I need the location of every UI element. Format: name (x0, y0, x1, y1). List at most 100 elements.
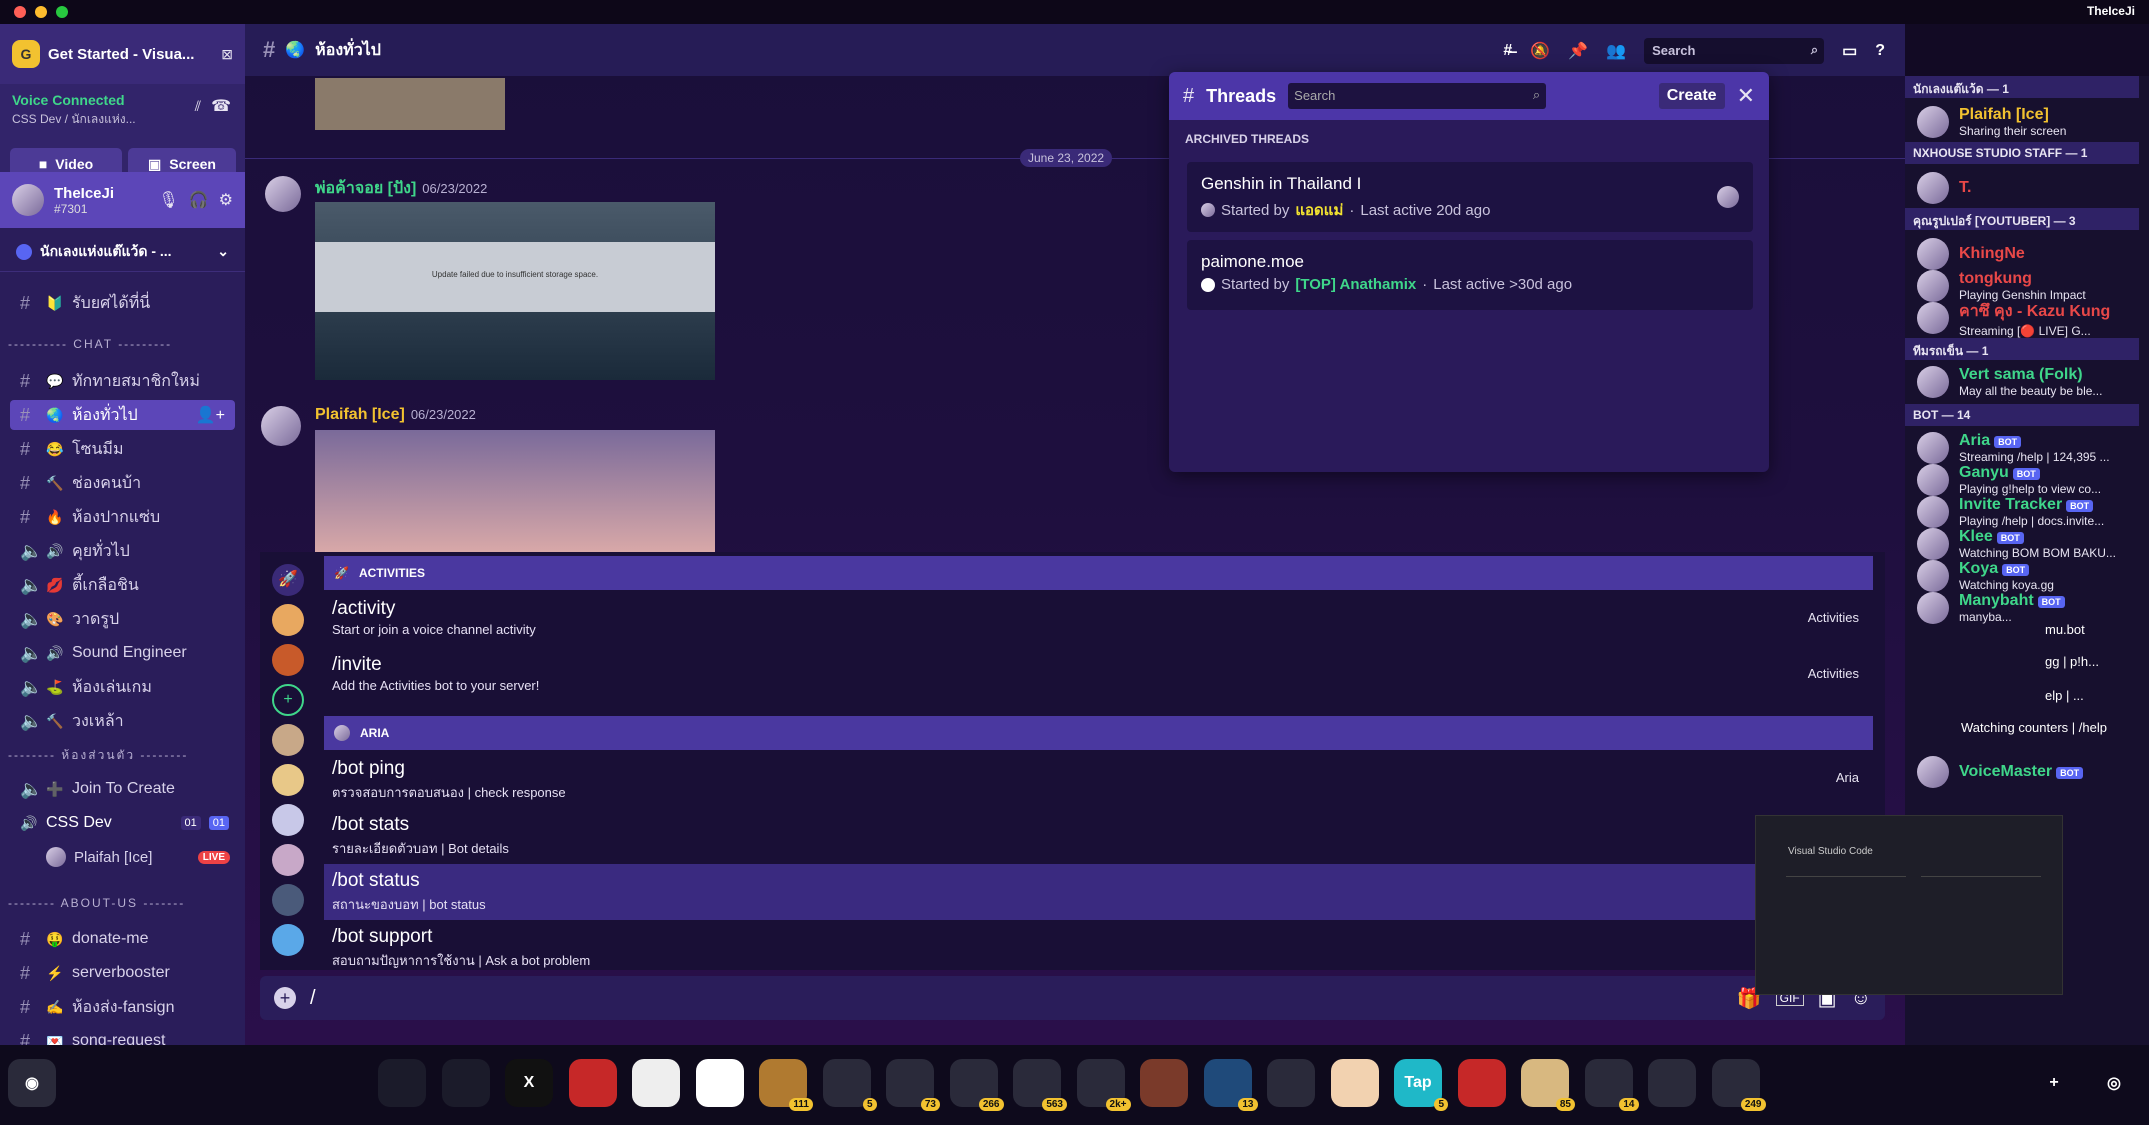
member-item[interactable]: Plaifah [Ice] Sharing their screen (1917, 102, 2147, 142)
threads-search-input[interactable]: Search ⌕ (1288, 83, 1547, 109)
category-private[interactable]: -------- ห้องส่วนตัว -------- (8, 746, 188, 765)
channel-item[interactable]: # 🔨 ช่องคนบ้า (10, 468, 235, 498)
voice-room-css-dev[interactable]: 🔊 CSS Dev 01 01 (10, 808, 235, 838)
channel-item[interactable]: 🔈 🔊 Sound Engineer (10, 638, 235, 668)
channel-item[interactable]: # 🔰 รับยศได้ที่นี่ (10, 288, 235, 318)
app-icon[interactable]: 2k+ (1076, 1059, 1131, 1111)
app-icon[interactable]: 563 (1013, 1059, 1067, 1111)
message-author[interactable]: พ่อค้าจอย [ปัง] (315, 180, 416, 197)
command-item[interactable]: /bot status สถานะของบอท | bot status (324, 864, 1873, 920)
channel-item[interactable]: 🔈 ⛳ ห้องเล่นเกม (10, 672, 235, 702)
app-icon[interactable] (378, 1059, 426, 1107)
app-icon[interactable] (1140, 1059, 1188, 1107)
channel-item[interactable]: # ✍ ห้องส่ง-fansign (10, 992, 235, 1022)
explore-icon[interactable]: ◎ (2090, 1059, 2138, 1107)
avatar[interactable] (272, 844, 304, 876)
channel-item[interactable]: # 🔥 ห้องปากแซ่บ (10, 502, 235, 532)
maximize-window-button[interactable] (56, 6, 68, 18)
app-icon[interactable]: 13 (1203, 1059, 1258, 1111)
server-header[interactable]: G Get Started - Visua... ⊠ (0, 24, 245, 84)
discord-home-icon[interactable]: ◉ (8, 1059, 56, 1107)
app-icon[interactable]: 249 (1711, 1059, 1766, 1111)
command-item[interactable]: /activity Start or join a voice channel a… (324, 592, 1873, 648)
close-window-button[interactable] (14, 6, 26, 18)
app-icon[interactable]: 5 (822, 1059, 877, 1111)
message-author[interactable]: Plaifah [Ice] (315, 406, 405, 423)
notification-bell-icon[interactable]: 🔕 (1530, 41, 1550, 61)
avatar[interactable] (272, 924, 304, 956)
help-icon[interactable]: ? (1875, 42, 1885, 60)
add-attachment-icon[interactable]: + (274, 987, 296, 1009)
voice-member[interactable]: Plaifah [Ice] LIVE (36, 842, 236, 872)
channel-item[interactable]: 🔈 🎨 วาดรูป (10, 604, 235, 634)
channel-item[interactable]: # 🌏 ห้องทั่วไป 👤+ (10, 400, 235, 430)
category-about[interactable]: -------- ABOUT-US ------- (8, 896, 185, 910)
app-icon[interactable]: 85 (1521, 1059, 1575, 1111)
mute-icon[interactable]: 🎙 (158, 190, 178, 210)
add-server-icon[interactable]: + (2030, 1059, 2078, 1107)
app-icon[interactable]: 111 (759, 1059, 813, 1111)
avatar[interactable] (272, 724, 304, 756)
command-item[interactable]: /invite Add the Activities bot to your se… (324, 648, 1873, 704)
app-icon[interactable] (1457, 1059, 1506, 1107)
screenshot-attachment[interactable]: Update failed due to insufficient storag… (315, 202, 715, 380)
member-item[interactable]: Manybaht BOT manyba... (1917, 588, 2147, 628)
minimize-window-button[interactable] (35, 6, 47, 18)
member-item[interactable]: คาซึ คุง - Kazu Kung Streaming [🔴 LIVE] G… (1917, 298, 2147, 338)
headphones-icon[interactable]: 🎧 (189, 190, 209, 210)
threads-icon[interactable]: #̶ (1503, 42, 1512, 60)
avatar[interactable] (272, 764, 304, 796)
thread-item[interactable]: paimone.moe Started by [TOP] Anathamix · La… (1187, 240, 1753, 310)
channel-item[interactable]: 🔈 🔊 คุยทั่วไป (10, 536, 235, 566)
app-icon[interactable] (441, 1059, 490, 1107)
member-item[interactable]: VoiceMaster BOT (1917, 752, 2147, 792)
app-icon[interactable]: 73 (886, 1059, 940, 1111)
add-icon[interactable]: + (272, 684, 304, 716)
channel-item[interactable]: 🔈 ➕ Join To Create (10, 774, 235, 804)
gear-icon[interactable]: ⚙ (219, 190, 233, 210)
message-input[interactable]: + / 🎁 GIF ▣ ☺ (260, 976, 1885, 1020)
screen-close-icon[interactable]: ⊠ (221, 46, 233, 63)
disconnect-icon[interactable]: ☎ (211, 96, 231, 116)
inbox-icon[interactable]: ▭ (1842, 41, 1857, 61)
category-chat[interactable]: ---------- CHAT --------- (8, 337, 172, 351)
member-item[interactable]: T. (1917, 168, 2147, 208)
app-icon[interactable] (1267, 1059, 1315, 1107)
channel-item[interactable]: 🔈 💋 ตี้เกลือชิน (10, 570, 235, 600)
search-input[interactable]: Search ⌕ (1644, 38, 1825, 64)
guild-selector[interactable]: นักเลงแห่งแต๊แว้ด - ... ⌄ (0, 232, 245, 272)
thread-item[interactable]: Genshin in Thailand I Started by แอดแม่ · L… (1187, 162, 1753, 232)
command-item[interactable]: /bot stats รายละเอียดตัวบอท | Bot details (324, 808, 1873, 864)
avatar[interactable] (272, 804, 304, 836)
channel-item[interactable]: 🔈 🔨 วงเหล้า (10, 706, 235, 736)
image-attachment[interactable] (315, 78, 505, 130)
create-thread-button[interactable]: Create (1658, 83, 1725, 109)
pin-icon[interactable]: 📌 (1568, 41, 1588, 61)
avatar[interactable] (12, 184, 44, 216)
noise-icon[interactable]: ⫽ (195, 98, 201, 115)
channel-item[interactable]: # 😂 โซนมีม (10, 434, 235, 464)
command-item[interactable]: /bot support สอบถามปัญหาการใช้งาน | Ask a… (324, 920, 1873, 976)
message-avatar[interactable] (261, 406, 301, 446)
app-icon[interactable] (1330, 1059, 1379, 1107)
app-icon[interactable]: X (505, 1059, 553, 1107)
image-attachment[interactable] (315, 430, 715, 552)
member-item[interactable]: Vert sama (Folk) May all the beauty be bl… (1917, 362, 2147, 402)
members-icon[interactable]: 👥 (1606, 41, 1626, 61)
app-icon[interactable] (695, 1059, 744, 1107)
channel-item[interactable]: # 💬 ทักทายสมาชิกใหม่ (10, 366, 235, 396)
app-icon[interactable]: 266 (949, 1059, 1004, 1111)
app-icon[interactable]: 14 (1584, 1059, 1639, 1111)
avatar[interactable] (272, 644, 304, 676)
app-icon[interactable] (568, 1059, 617, 1107)
app-icon[interactable]: Tap 5 (1394, 1059, 1448, 1111)
app-icon[interactable] (1648, 1059, 1696, 1107)
screen-share-preview[interactable]: Visual Studio Code (1755, 815, 2063, 995)
avatar[interactable] (272, 884, 304, 916)
avatar[interactable] (272, 604, 304, 636)
message-avatar[interactable] (265, 176, 301, 212)
add-member-icon[interactable]: 👤+ (196, 405, 225, 425)
command-item[interactable]: /bot ping ตรวจสอบการตอบสนอง | check respo… (324, 752, 1873, 808)
app-icon[interactable] (632, 1059, 680, 1107)
channel-item[interactable]: # ⚡ serverbooster (10, 958, 235, 988)
